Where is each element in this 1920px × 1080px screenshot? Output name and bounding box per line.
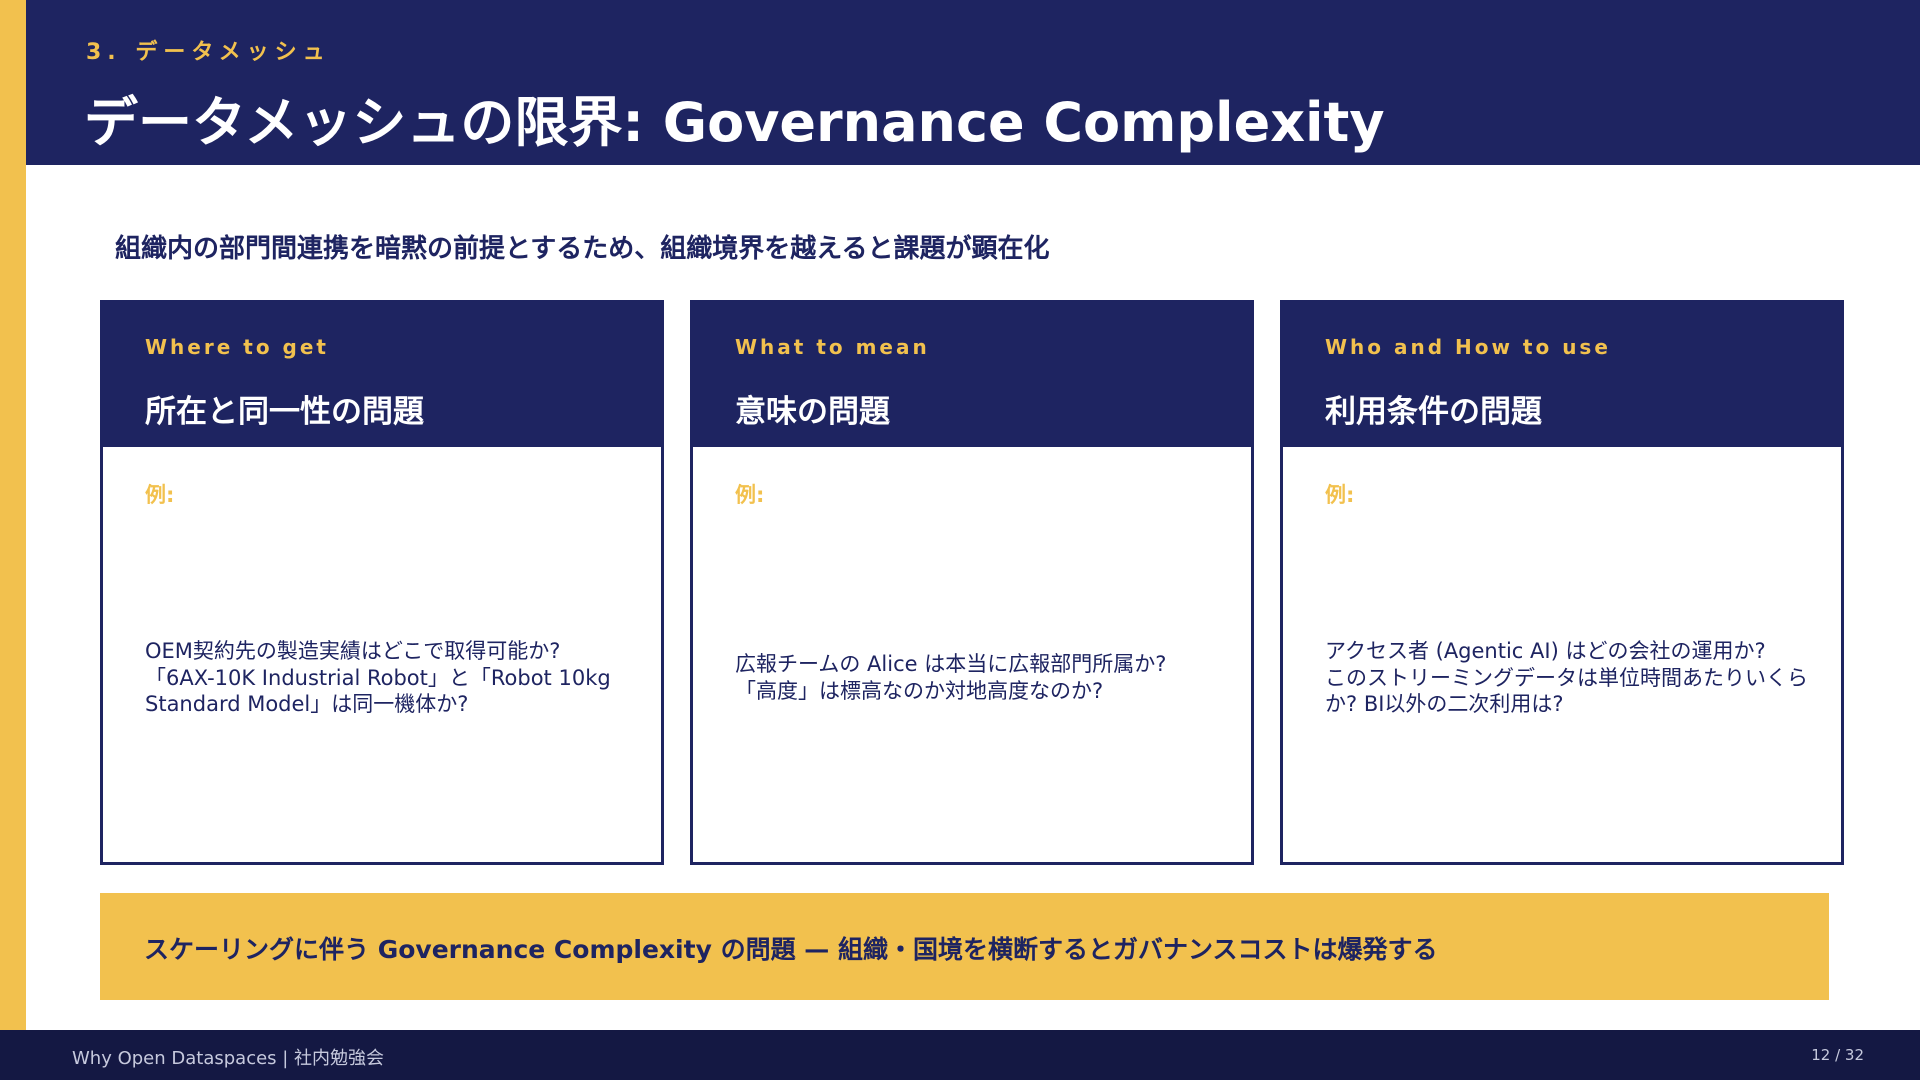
card-example-text: OEM契約先の製造実績はどこで取得可能か? 「6AX-10K Industria… xyxy=(145,638,611,717)
card-title: 所在と同一性の問題 xyxy=(145,394,424,430)
lead-text: 組織内の部門間連携を暗黙の前提とするため、組織境界を越えると課題が顕在化 xyxy=(115,234,1050,264)
left-accent-bar xyxy=(0,0,26,1030)
card-body: 広報チームの Alice は本当に広報部門所属か? 「高度」は標高なのか対地高度… xyxy=(735,538,1221,818)
card-eyebrow: Where to get xyxy=(145,335,329,359)
footer-title: Why Open Dataspaces | 社内勉強会 xyxy=(72,1048,385,1069)
card-who-and-how-to-use: Who and How to use 利用条件の問題 例: アクセス者 (Age… xyxy=(1280,300,1844,865)
card-body: OEM契約先の製造実績はどこで取得可能か? 「6AX-10K Industria… xyxy=(145,538,631,818)
card-example-label: 例: xyxy=(735,483,765,507)
slide-header: 3. データメッシュ データメッシュの限界: Governance Comple… xyxy=(26,0,1920,165)
card-eyebrow: What to mean xyxy=(735,335,930,359)
page-number: 12 / 32 xyxy=(1811,1046,1864,1064)
card-title: 意味の問題 xyxy=(735,394,890,430)
card-example-label: 例: xyxy=(145,483,175,507)
card-header: Who and How to use 利用条件の問題 xyxy=(1283,303,1841,447)
card-where-to-get: Where to get 所在と同一性の問題 例: OEM契約先の製造実績はどこ… xyxy=(100,300,664,865)
card-title: 利用条件の問題 xyxy=(1325,394,1542,430)
card-body: アクセス者 (Agentic AI) はどの会社の運用か? このストリーミングデ… xyxy=(1325,538,1811,818)
page-title: データメッシュの限界: Governance Complexity xyxy=(84,91,1385,154)
card-eyebrow: Who and How to use xyxy=(1325,335,1611,359)
card-example-text: 広報チームの Alice は本当に広報部門所属か? 「高度」は標高なのか対地高度… xyxy=(735,652,1167,703)
callout-text: スケーリングに伴う Governance Complexity の問題 — 組織… xyxy=(144,935,1438,964)
slide-footer: Why Open Dataspaces | 社内勉強会 12 / 32 xyxy=(0,1030,1920,1080)
card-what-to-mean: What to mean 意味の問題 例: 広報チームの Alice は本当に広… xyxy=(690,300,1254,865)
card-header: Where to get 所在と同一性の問題 xyxy=(103,303,661,447)
section-label: 3. データメッシュ xyxy=(86,40,331,65)
card-example-label: 例: xyxy=(1325,483,1355,507)
card-header: What to mean 意味の問題 xyxy=(693,303,1251,447)
card-example-text: アクセス者 (Agentic AI) はどの会社の運用か? このストリーミングデ… xyxy=(1325,638,1808,717)
callout-banner: スケーリングに伴う Governance Complexity の問題 — 組織… xyxy=(100,893,1829,1000)
